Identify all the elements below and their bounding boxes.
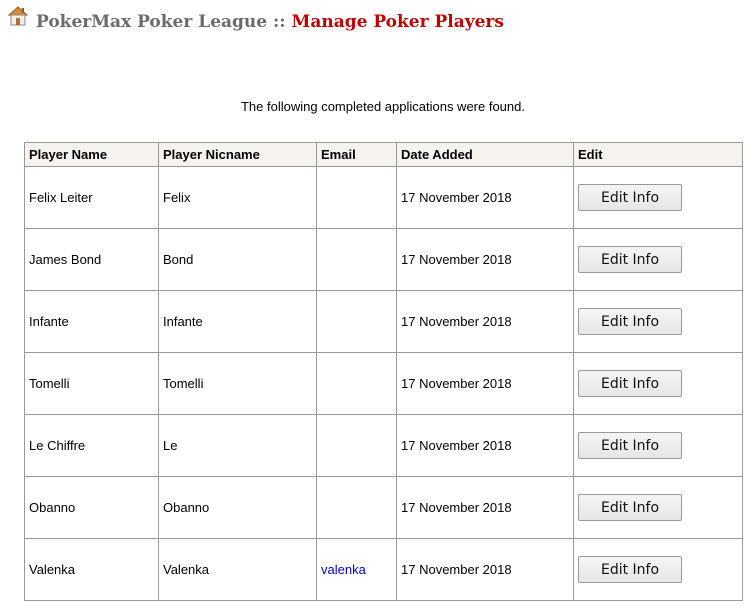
player-nickname-cell: Tomelli xyxy=(158,352,317,415)
edit-info-button[interactable]: Edit Info xyxy=(578,308,682,335)
edit-info-button[interactable]: Edit Info xyxy=(578,184,682,211)
edit-info-button[interactable]: Edit Info xyxy=(578,246,682,273)
table-row: James Bond Bond 17 November 2018 Edit In… xyxy=(24,228,743,291)
player-email-cell xyxy=(316,352,397,415)
player-name-cell: Tomelli xyxy=(24,352,159,415)
page-title: Manage Poker Players xyxy=(291,12,504,32)
player-nickname-cell: Infante xyxy=(158,290,317,353)
edit-cell: Edit Info xyxy=(573,228,743,291)
table-row: Le Chiffre Le 17 November 2018 Edit Info xyxy=(24,414,743,477)
table-row: Felix Leiter Felix 17 November 2018 Edit… xyxy=(24,166,743,229)
date-added-cell: 17 November 2018 xyxy=(396,352,574,415)
player-name-cell: Obanno xyxy=(24,476,159,539)
table-row: Tomelli Tomelli 17 November 2018 Edit In… xyxy=(24,352,743,415)
home-icon[interactable] xyxy=(6,4,30,28)
player-name-cell: Le Chiffre xyxy=(24,414,159,477)
table-row: Obanno Obanno 17 November 2018 Edit Info xyxy=(24,476,743,539)
edit-cell: Edit Info xyxy=(573,538,743,601)
column-header-date-added: Date Added xyxy=(396,142,574,167)
date-added-cell: 17 November 2018 xyxy=(396,228,574,291)
table-header-row: Player Name Player Nicname Email Date Ad… xyxy=(24,142,743,167)
page-header: PokerMax Poker League :: Manage Poker Pl… xyxy=(6,4,504,32)
player-email-cell xyxy=(316,166,397,229)
player-email-link[interactable]: valenka xyxy=(321,562,366,577)
column-header-player-nickname: Player Nicname xyxy=(158,142,317,167)
player-email-cell xyxy=(316,476,397,539)
page-heading: PokerMax Poker League :: Manage Poker Pl… xyxy=(36,12,504,32)
edit-info-button[interactable]: Edit Info xyxy=(578,370,682,397)
player-name-cell: Infante xyxy=(24,290,159,353)
player-nickname-cell: Valenka xyxy=(158,538,317,601)
edit-cell: Edit Info xyxy=(573,290,743,353)
results-message: The following completed applications wer… xyxy=(240,99,525,114)
player-nickname-cell: Felix xyxy=(158,166,317,229)
edit-cell: Edit Info xyxy=(573,414,743,477)
column-header-email: Email xyxy=(316,142,397,167)
player-name-cell: James Bond xyxy=(24,228,159,291)
edit-cell: Edit Info xyxy=(573,352,743,415)
date-added-cell: 17 November 2018 xyxy=(396,166,574,229)
edit-info-button[interactable]: Edit Info xyxy=(578,494,682,521)
player-name-cell: Felix Leiter xyxy=(24,166,159,229)
players-table: Player Name Player Nicname Email Date Ad… xyxy=(24,142,743,601)
site-name[interactable]: PokerMax Poker League xyxy=(36,12,267,32)
edit-info-button[interactable]: Edit Info xyxy=(578,556,682,583)
player-email-cell xyxy=(316,290,397,353)
player-email-cell xyxy=(316,228,397,291)
player-nickname-cell: Bond xyxy=(158,228,317,291)
player-email-cell: valenka xyxy=(316,538,397,601)
date-added-cell: 17 November 2018 xyxy=(396,414,574,477)
date-added-cell: 17 November 2018 xyxy=(396,476,574,539)
player-name-cell: Valenka xyxy=(24,538,159,601)
column-header-edit: Edit xyxy=(573,142,743,167)
player-email-cell xyxy=(316,414,397,477)
player-nickname-cell: Le xyxy=(158,414,317,477)
table-row: Valenka Valenka valenka 17 November 2018… xyxy=(24,538,743,601)
edit-cell: Edit Info xyxy=(573,476,743,539)
table-row: Infante Infante 17 November 2018 Edit In… xyxy=(24,290,743,353)
edit-info-button[interactable]: Edit Info xyxy=(578,432,682,459)
edit-cell: Edit Info xyxy=(573,166,743,229)
title-separator: :: xyxy=(273,12,286,32)
column-header-player-name: Player Name xyxy=(24,142,159,167)
player-nickname-cell: Obanno xyxy=(158,476,317,539)
date-added-cell: 17 November 2018 xyxy=(396,538,574,601)
date-added-cell: 17 November 2018 xyxy=(396,290,574,353)
